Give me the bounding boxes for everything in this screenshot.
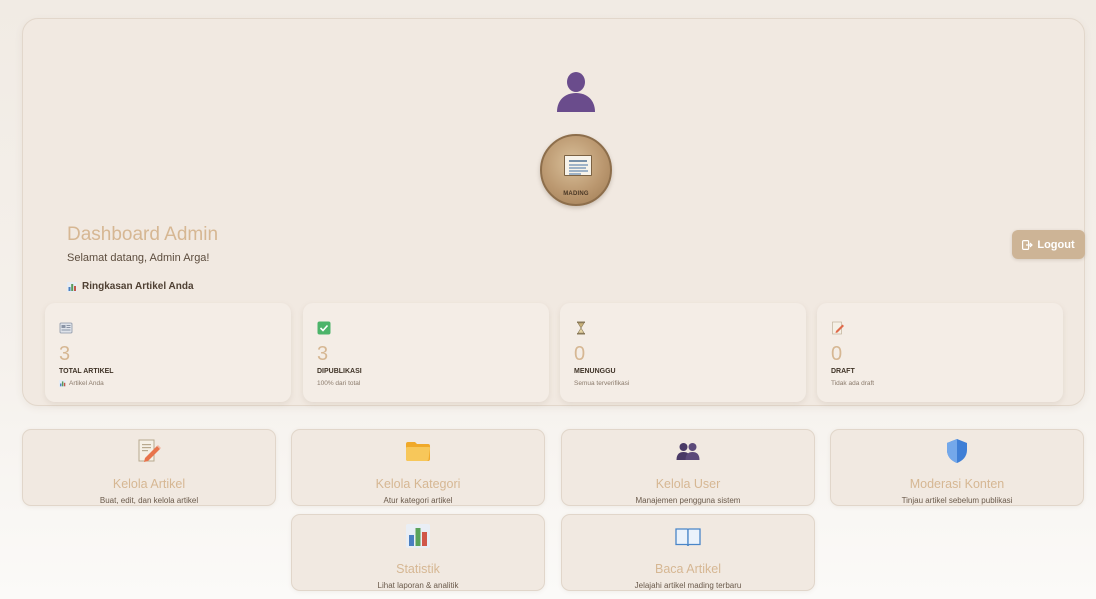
bar-chart-icon bbox=[67, 281, 77, 292]
user-avatar-icon bbox=[557, 72, 595, 112]
action-card-statistik[interactable]: Statistik Lihat laporan & analitik bbox=[291, 514, 545, 591]
users-icon bbox=[676, 443, 700, 460]
action-title: Kelola Artikel bbox=[112, 477, 186, 491]
action-description: Lihat laporan & analitik bbox=[377, 581, 459, 590]
action-card-kelola-user[interactable]: Kelola User Manajemen pengguna sistem bbox=[561, 429, 815, 506]
action-title: Kelola Kategori bbox=[375, 477, 461, 491]
hourglass-icon bbox=[577, 321, 585, 335]
stat-subtext: Semua terverifikasi bbox=[574, 380, 630, 387]
action-card-moderasi-konten[interactable]: Moderasi Konten Tinjau artikel sebelum p… bbox=[830, 429, 1084, 506]
logo-text: MADING bbox=[563, 191, 589, 197]
mading-logo: MADING bbox=[540, 134, 612, 206]
dashboard-header-panel: MADING Dashboard Admin Selamat datang, A… bbox=[22, 18, 1085, 406]
newspaper-icon bbox=[59, 322, 73, 334]
action-title: Moderasi Konten bbox=[909, 477, 1005, 491]
stat-subtext: 100% dari total bbox=[317, 380, 361, 387]
action-card-kelola-kategori[interactable]: Kelola Kategori Atur kategori artikel bbox=[291, 429, 545, 506]
folder-icon bbox=[406, 442, 431, 461]
logout-button[interactable]: Logout bbox=[1012, 230, 1085, 259]
stat-value: 0 bbox=[574, 343, 586, 365]
summary-heading-label: Ringkasan Artikel Anda bbox=[82, 281, 194, 292]
book-icon bbox=[675, 528, 701, 547]
bar-chart-icon bbox=[59, 380, 66, 387]
stat-subtext: Tidak ada draft bbox=[831, 380, 875, 387]
check-box-icon bbox=[317, 321, 331, 335]
page-title: Dashboard Admin bbox=[67, 224, 219, 245]
stat-subtext-label: Artikel Anda bbox=[69, 380, 104, 387]
stat-label: DIPUBLIKASI bbox=[317, 368, 362, 375]
stat-label: DRAFT bbox=[831, 368, 855, 375]
stat-value: 3 bbox=[59, 343, 71, 365]
action-card-kelola-artikel[interactable]: Kelola Artikel Buat, edit, dan kelola ar… bbox=[22, 429, 276, 506]
stat-card-menunggu: 0 MENUNGGU Semua terverifikasi bbox=[560, 303, 806, 402]
newspaper-logo-icon bbox=[564, 155, 592, 176]
action-card-baca-artikel[interactable]: Baca Artikel Jelajahi artikel mading ter… bbox=[561, 514, 815, 591]
stat-card-draft: 0 DRAFT Tidak ada draft bbox=[817, 303, 1063, 402]
action-title: Kelola User bbox=[655, 477, 721, 491]
shield-icon bbox=[947, 439, 967, 463]
summary-heading: Ringkasan Artikel Anda bbox=[67, 281, 194, 292]
stat-card-total-artikel: 3 TOTAL ARTIKEL Artikel Anda bbox=[45, 303, 291, 402]
stat-label: TOTAL ARTIKEL bbox=[59, 368, 114, 375]
memo-icon bbox=[832, 321, 844, 335]
stat-subtext: Artikel Anda bbox=[59, 380, 104, 387]
action-description: Atur kategori artikel bbox=[383, 496, 453, 505]
welcome-message: Selamat datang, Admin Arga! bbox=[67, 252, 210, 264]
action-description: Jelajahi artikel mading terbaru bbox=[634, 581, 742, 590]
action-title: Statistik bbox=[396, 562, 440, 576]
stat-label: MENUNGGU bbox=[574, 368, 616, 375]
logout-icon bbox=[1022, 239, 1034, 250]
stat-value: 0 bbox=[831, 343, 843, 365]
stat-value: 3 bbox=[317, 343, 329, 365]
memo-icon bbox=[138, 439, 161, 462]
action-title: Baca Artikel bbox=[654, 562, 721, 576]
action-description: Tinjau artikel sebelum publikasi bbox=[901, 496, 1013, 505]
stat-card-dipublikasi: 3 DIPUBLIKASI 100% dari total bbox=[303, 303, 549, 402]
action-description: Buat, edit, dan kelola artikel bbox=[99, 496, 199, 505]
action-description: Manajemen pengguna sistem bbox=[635, 496, 741, 505]
bar-chart-icon bbox=[406, 524, 430, 548]
logout-label: Logout bbox=[1037, 238, 1075, 251]
